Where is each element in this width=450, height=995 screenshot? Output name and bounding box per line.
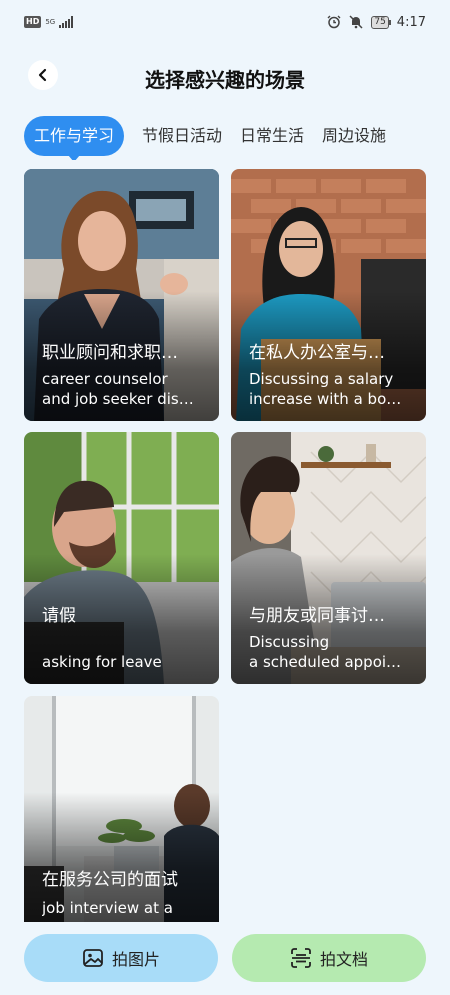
take-photo-button[interactable]: 拍图片 [24,934,218,982]
scan-document-button[interactable]: 拍文档 [232,934,426,982]
hd-badge: HD [24,16,42,28]
battery-icon: 75 [371,15,392,29]
scene-card[interactable]: 请假 asking for leave [24,432,219,684]
mute-bell-icon [349,15,363,29]
network-label: 5G [45,17,56,26]
scene-title-en: career counselor and job seeker dis… [42,370,194,408]
scene-title-en: Discussing a salary increase with a bo… [249,370,402,408]
scene-title-zh: 在私人办公室与… [249,343,385,363]
scene-title-zh: 在服务公司的面试 [42,870,178,890]
tab-work-study[interactable]: 工作与学习 [24,116,125,160]
tab-daily-life[interactable]: 日常生活 [240,116,304,156]
status-bar: HD 5G 75 4:17 [0,0,450,44]
status-right: 75 4:17 [327,15,426,30]
scene-card[interactable]: 职业顾问和求职… career counselor and job seeker… [24,169,219,421]
scene-title-en: asking for leave [42,653,162,671]
image-icon [83,949,103,967]
scan-document-label: 拍文档 [319,950,368,969]
take-photo-label: 拍图片 [111,950,160,969]
scene-card[interactable]: 在服务公司的面试 job interview at a [24,696,219,922]
bottom-action-bar: 拍图片 拍文档 [24,934,426,982]
clock: 4:17 [396,14,426,30]
scene-title-en: Discussing a scheduled appoi… [249,633,402,671]
scene-title-zh: 职业顾问和求职… [42,343,178,363]
signal-icon [59,16,74,28]
scene-title-zh: 请假 [42,606,76,626]
alarm-icon [327,15,341,29]
scan-doc-icon [291,948,311,968]
status-left: HD 5G [24,16,74,28]
scene-title-en: job interview at a [42,899,173,917]
scene-card[interactable]: 与朋友或同事讨… Discussing a scheduled appoi… [231,432,426,684]
tab-holiday[interactable]: 节假日活动 [142,116,222,156]
header: 选择感兴趣的场景 [0,56,450,96]
scene-title-zh: 与朋友或同事讨… [249,606,385,626]
page-title: 选择感兴趣的场景 [145,68,305,92]
category-tabs: 工作与学习 节假日活动 日常生活 周边设施 [0,112,450,160]
tab-nearby[interactable]: 周边设施 [322,116,386,156]
scene-card[interactable]: 在私人办公室与… Discussing a salary increase wi… [231,169,426,421]
